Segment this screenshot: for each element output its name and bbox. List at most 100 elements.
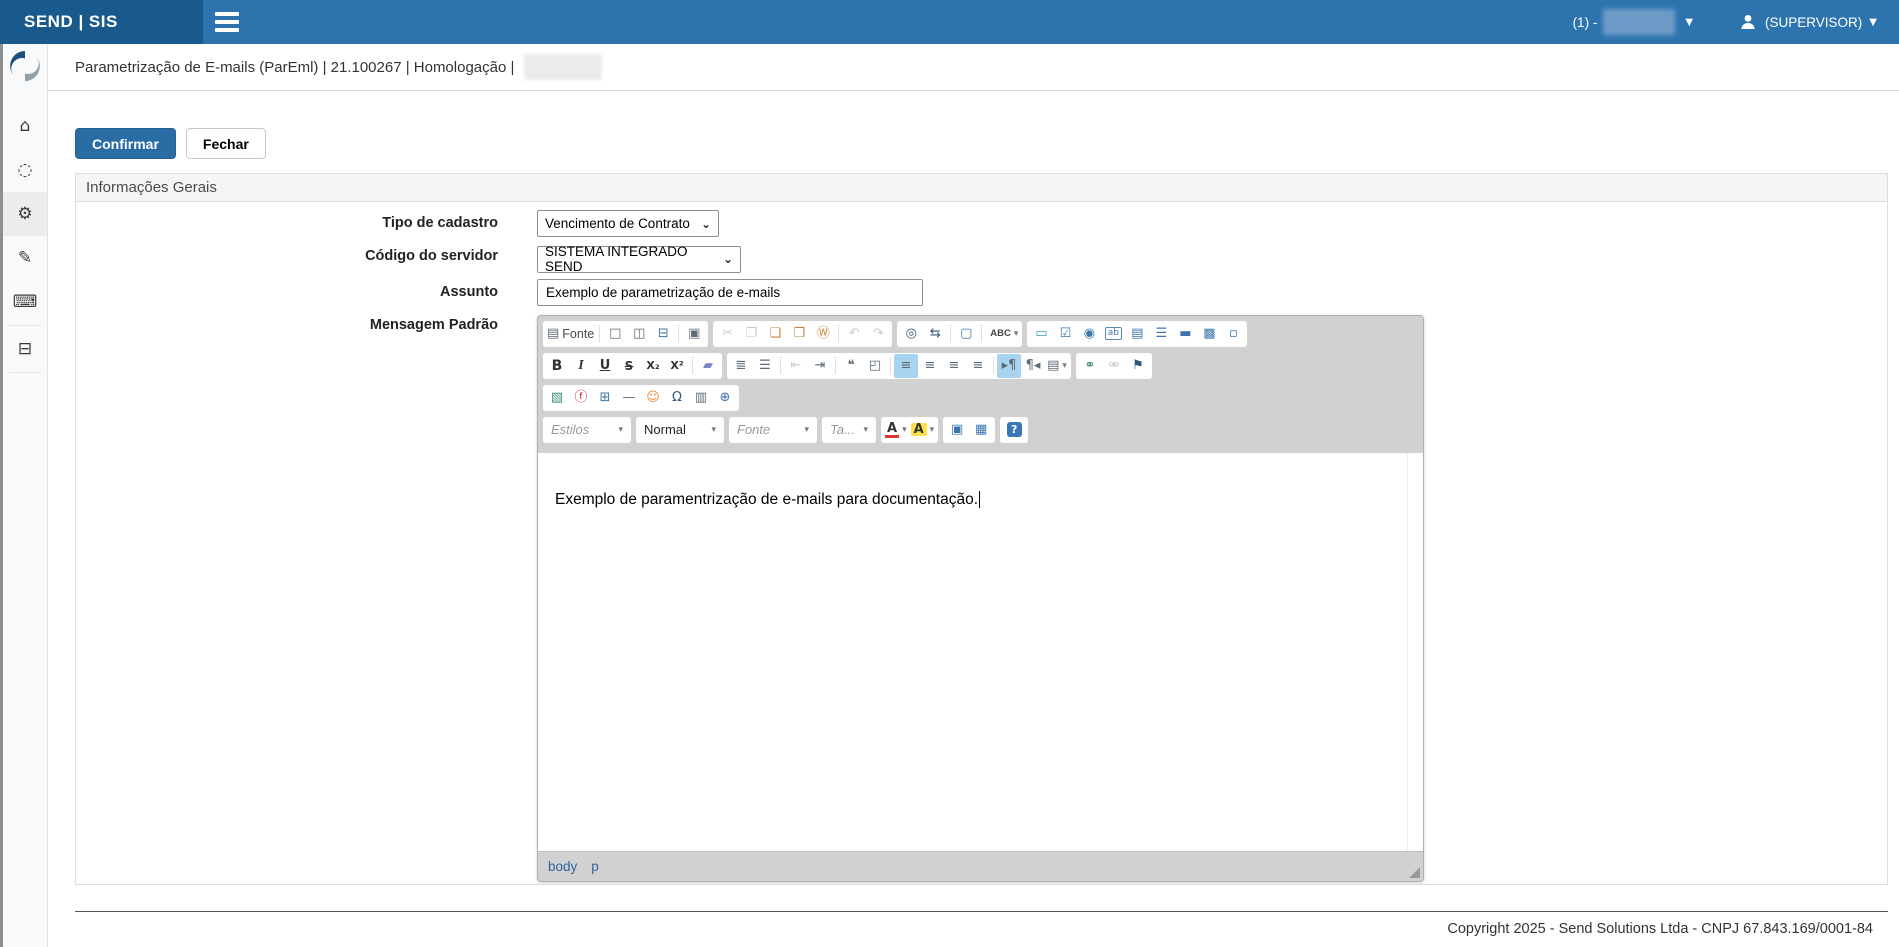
background-color-button[interactable]: A▾	[909, 418, 937, 442]
print-button[interactable]: ⊟	[651, 322, 675, 346]
editor-content[interactable]: Exemplo de paramentrização de e-mails pa…	[538, 453, 1423, 511]
table-button[interactable]: ⊞	[593, 386, 617, 410]
sidebar-item-loading[interactable]: ◌	[3, 148, 47, 192]
paste-button[interactable]: ❑	[763, 322, 787, 346]
bulleted-list-button[interactable]: ☰	[753, 354, 777, 378]
text-field-button[interactable]: ab	[1101, 322, 1125, 346]
styles-combo-label: Estilos	[551, 422, 589, 437]
user-menu[interactable]: (SUPERVISOR) ▼	[1739, 13, 1879, 31]
language-button[interactable]: ▤▾	[1045, 354, 1069, 378]
sidebar-item-edit-registration[interactable]: ✎	[3, 236, 47, 280]
align-justify-icon: ≡	[973, 359, 984, 372]
font-combo-label: Fonte	[737, 422, 770, 437]
redo-button[interactable]: ↷	[866, 322, 890, 346]
textarea-button[interactable]: ▤	[1125, 322, 1149, 346]
resize-grip[interactable]	[1409, 867, 1420, 878]
sidebar-item-terminal[interactable]: ⌨	[3, 280, 47, 324]
image-button-button[interactable]: ▩	[1197, 322, 1221, 346]
format-combo-button[interactable]: Normal▾	[638, 418, 722, 442]
spell-check-button[interactable]: ABC▾	[985, 322, 1020, 346]
unlink-button[interactable]: ⚮	[1102, 354, 1126, 378]
assunto-input[interactable]	[537, 279, 923, 306]
styles-combo-button[interactable]: Estilos▾	[545, 418, 629, 442]
anchor-button[interactable]: ⚑	[1126, 354, 1150, 378]
radio-button-icon: ◉	[1084, 327, 1095, 340]
paste-plain-text-button[interactable]: ❒	[787, 322, 811, 346]
source-button[interactable]: ▤Fonte	[545, 322, 596, 346]
align-right-button[interactable]: ≡	[942, 354, 966, 378]
codigo-do-servidor-select[interactable]: SISTEMA INTEGRADO SEND ⌄	[537, 246, 741, 273]
breadcrumb-bar: Parametrização de E-mails (ParEml) | 21.…	[48, 44, 1899, 91]
maximize-button[interactable]: ▣	[945, 418, 969, 442]
templates-icon: ▣	[688, 327, 700, 340]
app-logo-icon[interactable]	[9, 50, 41, 82]
copy-button[interactable]: ❐	[739, 322, 763, 346]
text-color-button[interactable]: A▾	[883, 418, 909, 442]
increase-indent-button[interactable]: ⇥	[808, 354, 832, 378]
new-page-button[interactable]: □	[603, 322, 627, 346]
subscript-button[interactable]: X₂	[641, 354, 665, 378]
brand-logo[interactable]: SEND | SIS	[0, 0, 203, 44]
font-combo-button[interactable]: Fonte▾	[731, 418, 815, 442]
hamburger-bar	[215, 20, 239, 24]
cut-button[interactable]: ✂	[715, 322, 739, 346]
remove-format-button[interactable]: ▰	[696, 354, 720, 378]
paste-from-word-button[interactable]: Ⓦ	[811, 322, 835, 346]
numbered-list-button[interactable]: ≣	[729, 354, 753, 378]
flash-button[interactable]: ⓕ	[569, 386, 593, 410]
align-center-button[interactable]: ≡	[918, 354, 942, 378]
find-button[interactable]: ◎	[899, 322, 923, 346]
toolbar-separator	[599, 325, 600, 342]
text-direction-ltr-button[interactable]: ▸¶	[997, 354, 1021, 378]
hamburger-menu-button[interactable]	[215, 12, 241, 32]
show-blocks-button[interactable]: ▦	[969, 418, 993, 442]
context-dropdown[interactable]: (1) - ▼	[1573, 9, 1695, 35]
breadcrumb: Parametrização de E-mails (ParEml) | 21.…	[75, 59, 514, 76]
blockquote-button[interactable]: ❝	[839, 354, 863, 378]
superscript-button[interactable]: X²	[665, 354, 689, 378]
undo-icon: ↶	[849, 327, 860, 340]
horizontal-rule-button[interactable]: —	[617, 386, 641, 410]
sidebar-item-settings[interactable]: ⚙	[3, 192, 47, 236]
form-button[interactable]: ▭	[1029, 322, 1053, 346]
image-button[interactable]: ▧	[545, 386, 569, 410]
strikethrough-button[interactable]: S	[617, 354, 641, 378]
replace-button[interactable]: ⇆	[923, 322, 947, 346]
checkbox-button[interactable]: ☑	[1053, 322, 1077, 346]
special-character-button[interactable]: Ω	[665, 386, 689, 410]
editor-text: Exemplo de paramentrização de e-mails pa…	[555, 491, 978, 508]
special-character-icon: Ω	[672, 391, 682, 404]
selection-field-button[interactable]: ☰	[1149, 322, 1173, 346]
decrease-indent-button[interactable]: ⇤	[784, 354, 808, 378]
sidebar-item-print[interactable]: ⊟	[3, 327, 47, 371]
hidden-field-button[interactable]: ▫	[1221, 322, 1245, 346]
tipo-de-cadastro-select[interactable]: Vencimento de Contrato ⌄	[537, 210, 719, 237]
confirm-button[interactable]: Confirmar	[75, 128, 176, 159]
italic-button[interactable]: I	[569, 354, 593, 378]
smiley-button[interactable]: ☺	[641, 386, 665, 410]
sidebar-item-home[interactable]: ⌂	[3, 104, 47, 148]
preview-button[interactable]: ◫	[627, 322, 651, 346]
link-button[interactable]: ⚭	[1078, 354, 1102, 378]
close-button[interactable]: Fechar	[186, 128, 266, 159]
button-field-button[interactable]: ▬	[1173, 322, 1197, 346]
align-justify-button[interactable]: ≡	[966, 354, 990, 378]
text-direction-rtl-button[interactable]: ¶◂	[1021, 354, 1045, 378]
templates-button[interactable]: ▣	[682, 322, 706, 346]
underline-button[interactable]: U	[593, 354, 617, 378]
bold-button[interactable]: B	[545, 354, 569, 378]
path-p[interactable]: p	[591, 859, 599, 874]
undo-button[interactable]: ↶	[842, 322, 866, 346]
link-icon: ⚭	[1085, 359, 1096, 372]
div-container-button[interactable]: ◰	[863, 354, 887, 378]
field-label-mensagem-padrao: Mensagem Padrão	[76, 312, 498, 882]
select-all-button[interactable]: ▢	[954, 322, 978, 346]
radio-button-button[interactable]: ◉	[1077, 322, 1101, 346]
align-left-button[interactable]: ≡	[894, 354, 918, 378]
size-combo-button[interactable]: Ta...▾	[824, 418, 874, 442]
iframe-button[interactable]: ⊕	[713, 386, 737, 410]
toolbar-row-1: ▤Fonte □◫⊟ ▣ ✂❐❑❒Ⓦ ↶ ↷ ◎⇆ ▢ ABC▾ ▭☑ ◉ ab▤☰▬▩▫	[542, 318, 1419, 350]
about-button[interactable]: ?	[1002, 418, 1026, 442]
page-break-button[interactable]: ▥	[689, 386, 713, 410]
path-body[interactable]: body	[548, 859, 577, 874]
